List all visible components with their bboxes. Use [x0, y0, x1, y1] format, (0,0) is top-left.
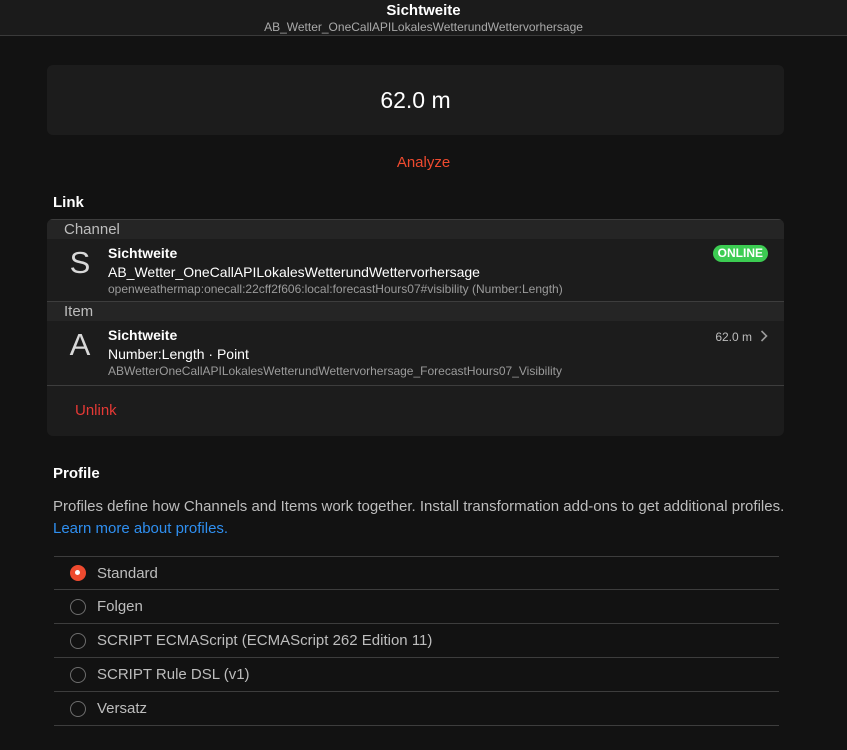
radio-unchecked-icon[interactable] [70, 632, 86, 649]
channel-title: Sichtweite [108, 245, 178, 261]
channel-row[interactable]: S Sichtweite AB_Wetter_OneCallAPILokales… [47, 239, 784, 301]
radio-unchecked-icon[interactable] [70, 700, 86, 717]
item-row[interactable]: A Sichtweite Number:Length · Point ABWet… [47, 321, 784, 385]
item-state: 62.0 m [715, 329, 768, 345]
channel-subtitle: AB_Wetter_OneCallAPILokalesWetterundWett… [108, 264, 480, 280]
item-avatar: A [69, 327, 91, 362]
profile-description-text: Profiles define how Channels and Items w… [53, 498, 785, 515]
item-group-title: Item [47, 301, 784, 321]
analyze-button[interactable]: Analyze [0, 154, 847, 171]
item-name: ABWetterOneCallAPILokalesWetterundWetter… [108, 364, 562, 378]
link-card: Channel S Sichtweite AB_Wetter_OneCallAP… [47, 219, 784, 436]
channel-uid: openweathermap:onecall:22cff2f606:local:… [108, 282, 563, 296]
unlink-row: Unlink [47, 385, 784, 435]
navbar: Sichtweite AB_Wetter_OneCallAPILokalesWe… [0, 0, 847, 36]
profile-option-standard[interactable]: Standard [54, 557, 779, 590]
item-subtitle: Number:Length · Point [108, 346, 249, 362]
channel-group-title: Channel [47, 219, 784, 239]
item-title: Sichtweite [108, 327, 178, 343]
unlink-button[interactable]: Unlink [75, 402, 117, 419]
profile-option-label: SCRIPT Rule DSL (v1) [97, 666, 250, 683]
profile-option-label: SCRIPT ECMAScript (ECMAScript 262 Editio… [97, 632, 433, 649]
chevron-right-icon [760, 329, 768, 345]
radio-unchecked-icon[interactable] [70, 598, 86, 615]
profile-option-label: Standard [97, 564, 158, 582]
status-badge: ONLINE [712, 245, 768, 262]
profile-radio-list: Standard Folgen SCRIPT ECMAScript (ECMAS… [54, 556, 779, 726]
page-title: Sichtweite [386, 2, 461, 19]
item-state-value: 62.0 m [715, 330, 752, 344]
profile-option-folgen[interactable]: Folgen [54, 590, 779, 624]
profile-option-label: Versatz [97, 700, 148, 717]
profile-section-title: Profile [53, 465, 100, 482]
radio-unchecked-icon[interactable] [70, 666, 86, 683]
learn-more-link[interactable]: Learn more about profiles. [53, 520, 228, 537]
profile-option-label: Folgen [97, 598, 143, 615]
link-section-title: Link [53, 194, 84, 211]
page-subtitle: AB_Wetter_OneCallAPILokalesWetterundWett… [264, 20, 583, 34]
state-card: 62.0 m [47, 65, 784, 135]
profile-option-script-ecmascript[interactable]: SCRIPT ECMAScript (ECMAScript 262 Editio… [54, 624, 779, 658]
channel-avatar: S [69, 245, 91, 280]
profile-option-script-rule-dsl[interactable]: SCRIPT Rule DSL (v1) [54, 658, 779, 692]
state-value: 62.0 m [380, 86, 451, 113]
profile-option-versatz[interactable]: Versatz [54, 692, 779, 726]
radio-checked-icon[interactable] [70, 565, 86, 581]
profile-description: Profiles define how Channels and Items w… [53, 496, 793, 540]
